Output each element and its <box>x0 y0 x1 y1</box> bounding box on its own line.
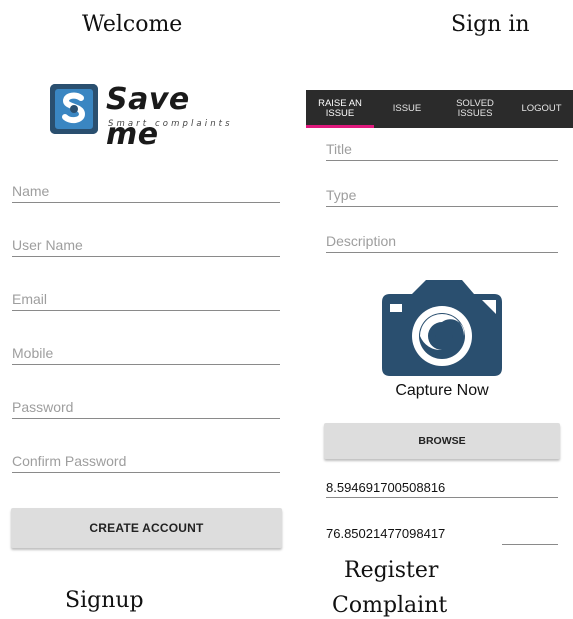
capture-now-label[interactable]: Capture Now <box>382 382 502 400</box>
title-field[interactable] <box>326 138 558 161</box>
latitude-underline <box>326 497 558 498</box>
tab-issue-label: ISSUE <box>392 103 422 114</box>
username-field[interactable] <box>12 234 280 257</box>
email-field[interactable] <box>12 288 280 311</box>
password-field[interactable] <box>12 396 280 419</box>
tab-logout[interactable]: LOGOUT <box>510 90 573 128</box>
signup-caption: Signup <box>65 588 144 613</box>
logo-title: Save me <box>106 82 190 152</box>
register-caption: Register <box>344 558 439 583</box>
tab-raise-issue[interactable]: RAISE AN ISSUE <box>306 90 374 128</box>
type-field[interactable] <box>326 184 558 207</box>
tab-solved-issues-label: SOLVED ISSUES <box>456 98 494 119</box>
browse-button[interactable]: BROWSE <box>324 423 560 459</box>
name-field[interactable] <box>12 180 280 203</box>
tab-bar: RAISE AN ISSUE ISSUE SOLVED ISSUES LOGOU… <box>306 90 573 128</box>
tab-raise-issue-label: RAISE AN ISSUE <box>318 98 362 119</box>
signin-caption: Sign in <box>451 12 530 37</box>
latitude-value: 8.594691700508816 <box>326 480 446 495</box>
app-logo: Save me Smart complaints <box>50 82 250 152</box>
complaint-caption: Complaint <box>332 593 448 618</box>
longitude-underline <box>502 544 558 545</box>
logo-subtitle: Smart complaints <box>108 119 233 129</box>
logo-mark-icon <box>50 84 98 134</box>
welcome-caption: Welcome <box>82 12 183 37</box>
tab-logout-label: LOGOUT <box>521 103 562 114</box>
camera-icon[interactable] <box>382 280 502 376</box>
longitude-value: 76.85021477098417 <box>326 526 446 541</box>
mobile-field[interactable] <box>12 342 280 365</box>
tab-issue[interactable]: ISSUE <box>374 90 440 128</box>
description-field[interactable] <box>326 230 558 253</box>
tab-solved-issues[interactable]: SOLVED ISSUES <box>440 90 510 128</box>
confirm-password-field[interactable] <box>12 450 280 473</box>
create-account-button[interactable]: CREATE ACCOUNT <box>11 508 282 548</box>
